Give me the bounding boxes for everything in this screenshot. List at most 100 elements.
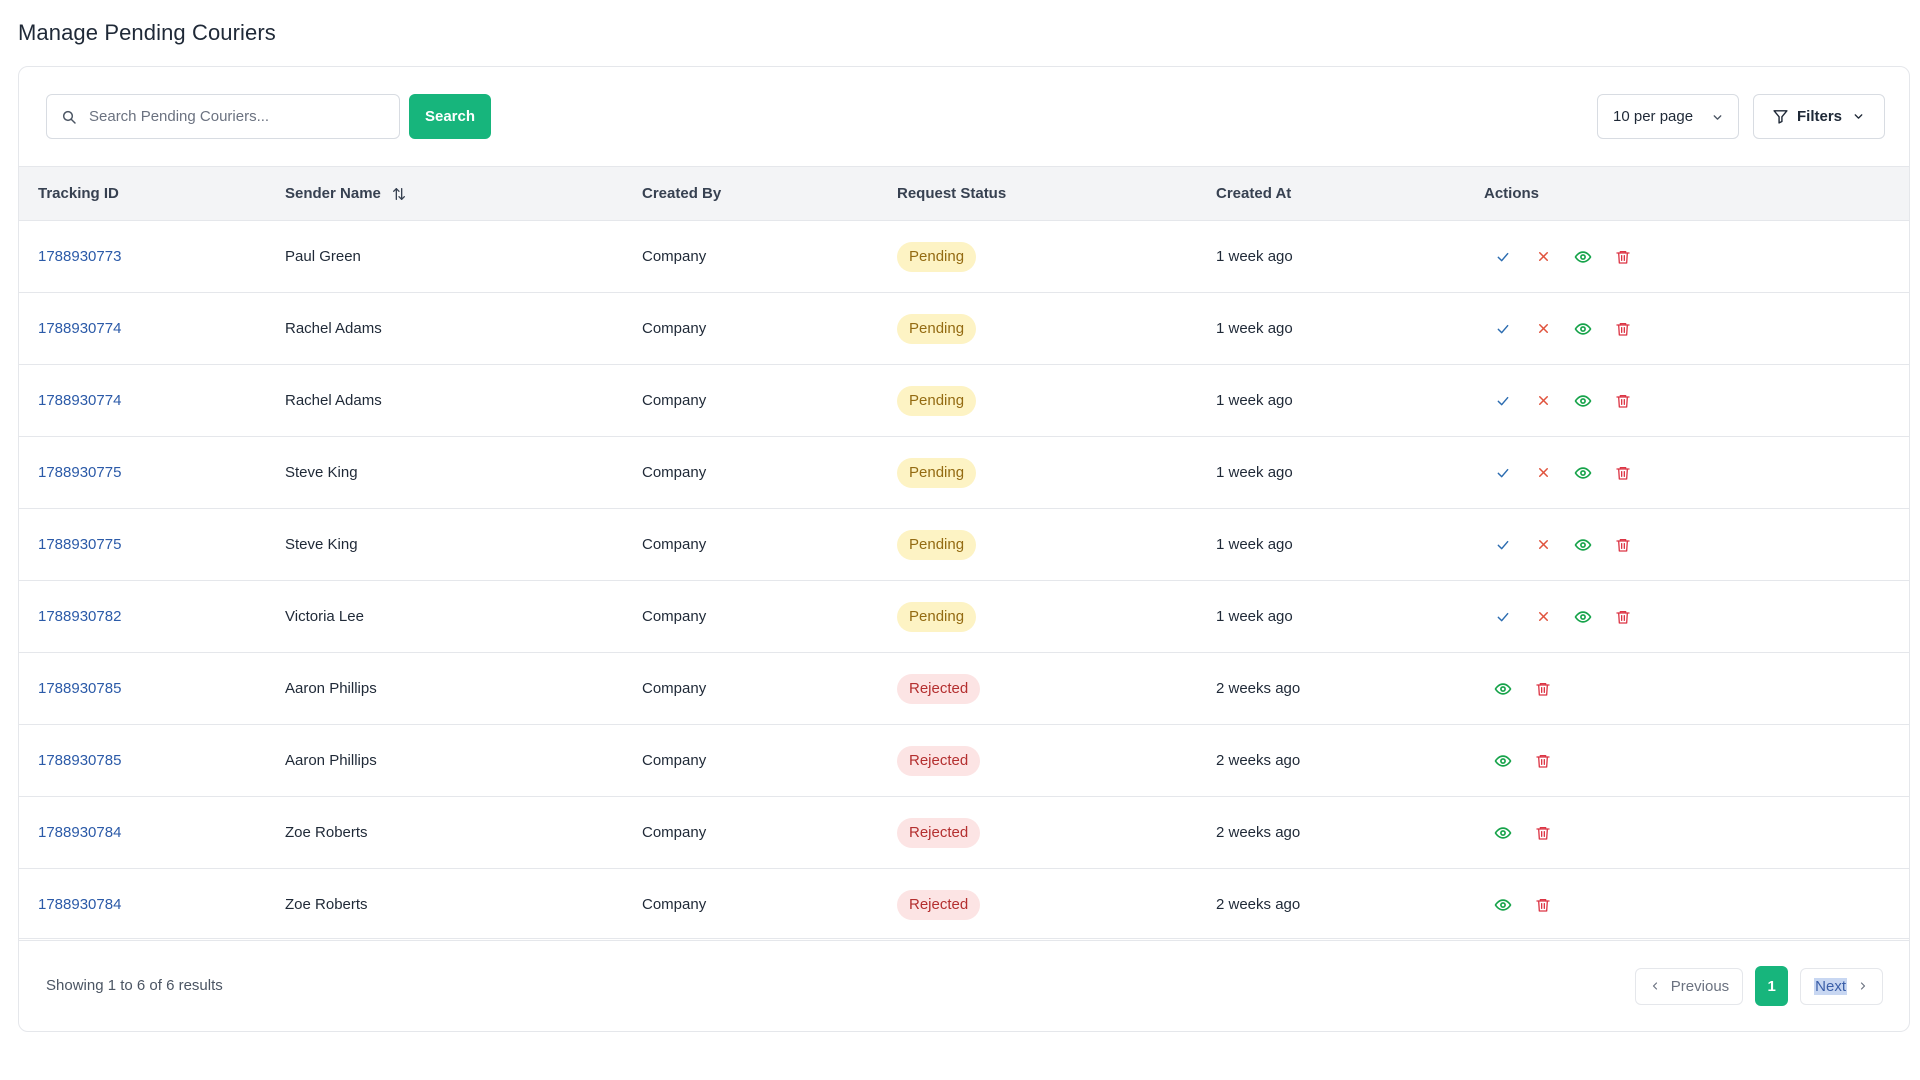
header-request-status: Request Status <box>897 185 1007 202</box>
row-actions <box>1484 536 1909 554</box>
check-icon <box>1495 393 1511 409</box>
approve-button[interactable] <box>1494 608 1512 626</box>
reject-button[interactable] <box>1534 464 1552 482</box>
x-icon <box>1536 393 1551 408</box>
filters-button[interactable]: Filters <box>1753 94 1885 139</box>
filters-label: Filters <box>1797 108 1843 125</box>
search-button[interactable]: Search <box>409 94 491 139</box>
trash-icon <box>1535 897 1551 913</box>
status-badge: Pending <box>897 241 977 272</box>
page-title: Manage Pending Couriers <box>18 20 276 45</box>
eye-icon <box>1494 752 1512 770</box>
trash-icon <box>1615 609 1631 625</box>
created-at: 1 week ago <box>1216 536 1293 553</box>
eye-icon <box>1574 536 1592 554</box>
reject-button[interactable] <box>1534 392 1552 410</box>
per-page-select[interactable]: 10 per page <box>1597 94 1739 139</box>
reject-button[interactable] <box>1534 536 1552 554</box>
created-by: Company <box>642 680 707 697</box>
tracking-id-link[interactable]: 1788930775 <box>38 464 121 481</box>
reject-button[interactable] <box>1534 320 1552 338</box>
delete-button[interactable] <box>1534 824 1552 842</box>
search-icon <box>62 110 76 124</box>
next-page-button[interactable]: Next <box>1800 967 1883 1005</box>
reject-button[interactable] <box>1534 248 1552 266</box>
check-icon <box>1495 321 1511 337</box>
tracking-id-link[interactable]: 1788930785 <box>38 680 121 697</box>
created-at: 2 weeks ago <box>1216 896 1301 913</box>
view-button[interactable] <box>1574 608 1592 626</box>
sort-icon[interactable] <box>391 186 407 202</box>
header-created-by: Created By <box>642 185 722 202</box>
tracking-id-link[interactable]: 1788930784 <box>38 824 121 841</box>
trash-icon <box>1615 465 1631 481</box>
approve-button[interactable] <box>1494 536 1512 554</box>
table-row: 1788930784 Zoe Roberts Company Rejected … <box>19 869 1909 941</box>
per-page-value: 10 per page <box>1613 108 1694 125</box>
tracking-id-link[interactable]: 1788930774 <box>38 320 121 337</box>
row-actions <box>1484 392 1909 410</box>
delete-button[interactable] <box>1534 680 1552 698</box>
view-button[interactable] <box>1574 320 1592 338</box>
view-button[interactable] <box>1494 896 1512 914</box>
delete-button[interactable] <box>1614 320 1632 338</box>
tracking-id-link[interactable]: 1788930784 <box>38 896 121 913</box>
delete-button[interactable] <box>1614 536 1632 554</box>
x-icon <box>1536 609 1551 624</box>
trash-icon <box>1615 321 1631 337</box>
delete-button[interactable] <box>1614 392 1632 410</box>
row-actions <box>1484 608 1909 626</box>
approve-button[interactable] <box>1494 320 1512 338</box>
table-row: 1788930775 Steve King Company Pending 1 … <box>19 437 1909 509</box>
eye-icon <box>1574 608 1592 626</box>
tracking-id-link[interactable]: 1788930773 <box>38 248 121 265</box>
toolbar: Search 10 per page Filters <box>19 67 1909 166</box>
view-button[interactable] <box>1574 536 1592 554</box>
x-icon <box>1536 537 1551 552</box>
view-button[interactable] <box>1494 824 1512 842</box>
tracking-id-link[interactable]: 1788930775 <box>38 536 121 553</box>
delete-button[interactable] <box>1614 248 1632 266</box>
status-badge: Pending <box>897 313 977 344</box>
status-badge: Rejected <box>897 889 981 920</box>
reject-button[interactable] <box>1534 608 1552 626</box>
view-button[interactable] <box>1574 248 1592 266</box>
next-label: Next <box>1814 977 1847 995</box>
page-number-current[interactable]: 1 <box>1755 966 1789 1006</box>
check-icon <box>1495 465 1511 481</box>
results-summary: Showing 1 to 6 of 6 results <box>46 977 223 994</box>
created-at: 1 week ago <box>1216 392 1293 409</box>
row-actions <box>1484 896 1909 914</box>
chevron-down-icon <box>1854 114 1863 119</box>
approve-button[interactable] <box>1494 248 1512 266</box>
sender-name: Steve King <box>285 464 358 481</box>
view-button[interactable] <box>1494 680 1512 698</box>
approve-button[interactable] <box>1494 392 1512 410</box>
tracking-id-link[interactable]: 1788930774 <box>38 392 121 409</box>
sender-name: Rachel Adams <box>285 392 382 409</box>
approve-button[interactable] <box>1494 464 1512 482</box>
view-button[interactable] <box>1574 464 1592 482</box>
sender-name: Aaron Phillips <box>285 752 377 769</box>
delete-button[interactable] <box>1534 896 1552 914</box>
tracking-id-link[interactable]: 1788930782 <box>38 608 121 625</box>
delete-button[interactable] <box>1534 752 1552 770</box>
eye-icon <box>1574 464 1592 482</box>
chevron-left-icon <box>1652 982 1657 990</box>
view-button[interactable] <box>1494 752 1512 770</box>
status-badge: Pending <box>897 601 977 632</box>
tracking-id-link[interactable]: 1788930785 <box>38 752 121 769</box>
search-box[interactable] <box>46 94 400 139</box>
previous-page-button[interactable]: Previous <box>1634 967 1744 1005</box>
view-button[interactable] <box>1574 392 1592 410</box>
search-input[interactable] <box>89 108 379 125</box>
delete-button[interactable] <box>1614 464 1632 482</box>
table-footer: Showing 1 to 6 of 6 results Previous 1 N… <box>19 938 1909 1032</box>
header-sender-name[interactable]: Sender Name <box>285 167 642 221</box>
table-row: 1788930774 Rachel Adams Company Pending … <box>19 365 1909 437</box>
created-by: Company <box>642 608 707 625</box>
trash-icon <box>1615 249 1631 265</box>
sender-name: Steve King <box>285 536 358 553</box>
delete-button[interactable] <box>1614 608 1632 626</box>
created-by: Company <box>642 824 707 841</box>
